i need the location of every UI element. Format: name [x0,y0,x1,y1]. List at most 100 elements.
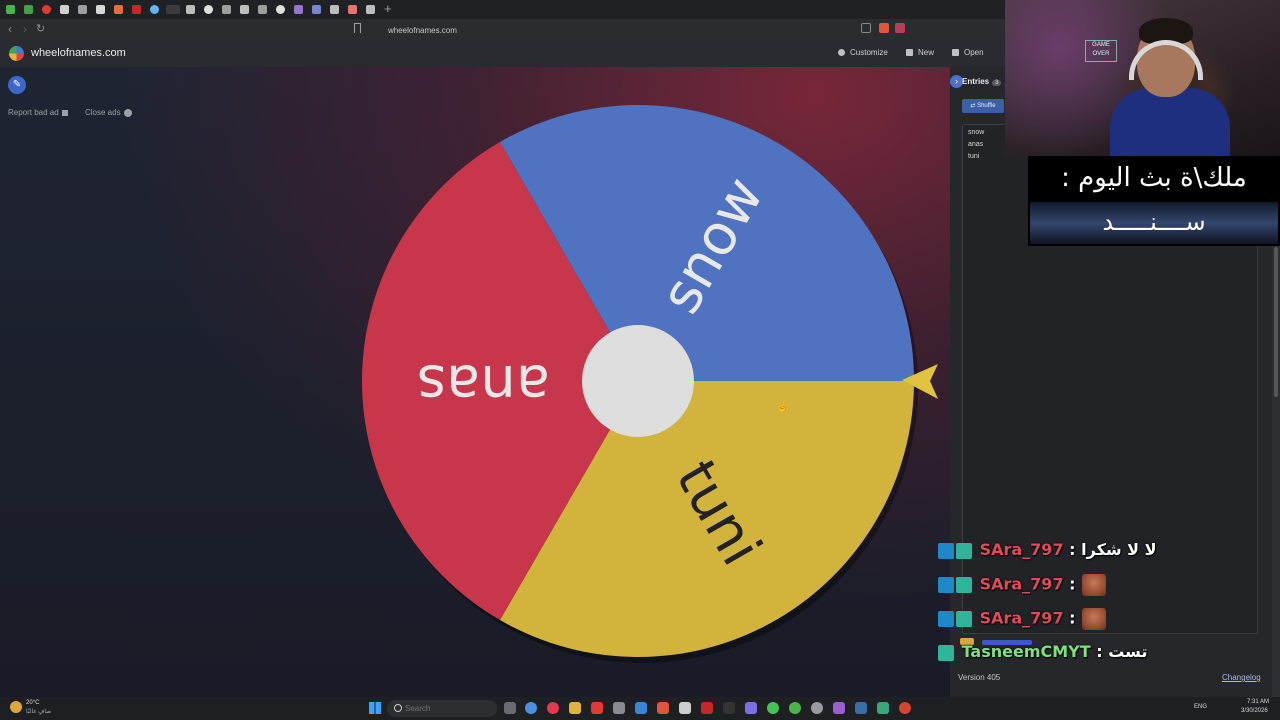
king-of-stream-banner: ملك\ة بث اليوم : ســــنـــــد [1028,156,1280,246]
rewards-icon[interactable] [895,23,905,33]
chat-message: TasneemCMYT : تست [938,642,1147,666]
tab-icon[interactable] [150,5,159,14]
tab-icon[interactable] [240,5,249,14]
app-icon[interactable] [899,702,911,714]
back-icon[interactable]: ‹ [8,22,12,36]
reload-icon[interactable]: ↻ [36,22,45,35]
open-label: Open [964,48,984,57]
open-button[interactable]: Open [952,48,984,57]
windows-taskbar: 20°C صافٍ غالبًا ENG 7:31 AM 3/30/2026 [0,697,1280,720]
wheel-area: ✎ Report bad ad Close ads snow tuni anas ☝ [0,67,960,697]
app-icon[interactable] [877,702,889,714]
app-icon[interactable] [679,702,691,714]
customize-label: Customize [850,48,888,57]
wheel-center-button[interactable] [582,325,694,437]
tab-icon[interactable] [114,5,123,14]
app-icon[interactable] [833,702,845,714]
gc-badge-icon [938,644,954,661]
version-label: Version 405 [958,673,1001,682]
hand-cursor-icon: ☝ [776,402,789,413]
weather-temperature[interactable]: 20°C [26,700,39,706]
hammer-badge-icon [938,577,954,593]
clock-date[interactable]: 3/30/2026 [1241,708,1268,714]
shuffle-label: Shuffle [977,103,996,109]
address-input[interactable] [370,22,910,38]
windows-start-icon[interactable] [369,702,381,714]
xbox-icon[interactable] [789,702,801,714]
tab-icon[interactable] [258,5,267,14]
chat-message: SAra_797 : لا لا شكرا [938,540,1157,564]
app-icon[interactable] [723,702,735,714]
file-icon [906,49,913,57]
youtube-icon[interactable] [591,702,603,714]
site-title[interactable]: wheelofnames.com [31,47,126,59]
game-over-sign: GAME OVER [1085,40,1117,62]
weather-sun-icon[interactable] [10,701,22,713]
wheel-logo-icon[interactable] [9,46,24,61]
weather-description[interactable]: صافٍ غالبًا [26,708,51,715]
entry-line: tuni [968,153,980,160]
tab-icon[interactable] [204,5,213,14]
hammer-badge-icon [938,542,954,559]
chat-username: SAra_797 [979,540,1064,559]
scrollbar-thumb[interactable] [1274,247,1278,397]
tab-icon[interactable] [24,5,33,14]
emote-icon [1081,574,1106,596]
share-icon[interactable] [861,23,871,33]
tab-icon[interactable] [186,5,195,14]
app-header: wheelofnames.com Customize New Open [0,41,1005,68]
tab-icon[interactable] [78,5,87,14]
chat-username: SAra_797 [979,574,1064,594]
tab-icon[interactable] [60,5,69,14]
chat-username: SAra_797 [979,608,1064,628]
app-icon[interactable] [547,702,559,714]
brave-shield-icon[interactable] [879,23,889,33]
wheel-label-anas: anas [417,352,550,417]
tab-icon[interactable] [96,5,105,14]
copilot-icon[interactable] [525,702,537,714]
bookmark-icon[interactable] [354,23,361,33]
tab-icon[interactable] [132,5,141,14]
chat-text: لا لا شكرا [1081,540,1157,559]
settings-icon[interactable] [811,702,823,714]
tab-icon[interactable] [294,5,303,14]
tab-icon[interactable] [366,5,375,14]
tab-icon[interactable] [6,5,15,14]
steam-icon[interactable] [855,702,867,714]
chat-message: SAra_797 : [938,608,1106,632]
input-language[interactable]: ENG [1194,704,1207,710]
mail-icon[interactable] [635,702,647,714]
tab-entries[interactable]: Entries 3 [962,77,1002,86]
gc-badge-icon [956,611,972,627]
chat-text: تست [1108,642,1148,661]
clock-time[interactable]: 7:31 AM [1247,699,1269,705]
whatsapp-icon[interactable] [767,702,779,714]
brave-browser-icon[interactable] [657,702,669,714]
shuffle-button[interactable]: ⇄ Shuffle [962,99,1004,113]
app-icon[interactable] [613,702,625,714]
new-button[interactable]: New [906,48,934,57]
app-icon[interactable] [701,702,713,714]
task-view-icon[interactable] [504,702,516,714]
tab-icon[interactable] [222,5,231,14]
entries-tab-label: Entries [962,77,990,86]
taskbar-search-input[interactable] [387,700,497,717]
entries-count-badge: 3 [992,80,1002,86]
entry-line: anas [968,141,984,148]
folder-icon[interactable] [569,702,581,714]
tab-icon[interactable] [348,5,357,14]
customize-button[interactable]: Customize [838,48,888,57]
name-wheel[interactable]: snowtunianas [0,67,960,697]
tab-icon[interactable] [42,5,51,14]
tab-icon[interactable] [312,5,321,14]
palette-icon [838,49,845,57]
forward-icon[interactable]: › [23,22,27,36]
discord-icon[interactable] [745,702,757,714]
tab-icon[interactable] [330,5,339,14]
changelog-link[interactable]: Changelog [1222,673,1261,682]
tab-icon[interactable] [276,5,285,14]
new-tab-button[interactable]: + [384,1,392,16]
search-icon [394,704,402,712]
emote-icon [1081,608,1106,630]
tab-active[interactable] [166,5,180,14]
